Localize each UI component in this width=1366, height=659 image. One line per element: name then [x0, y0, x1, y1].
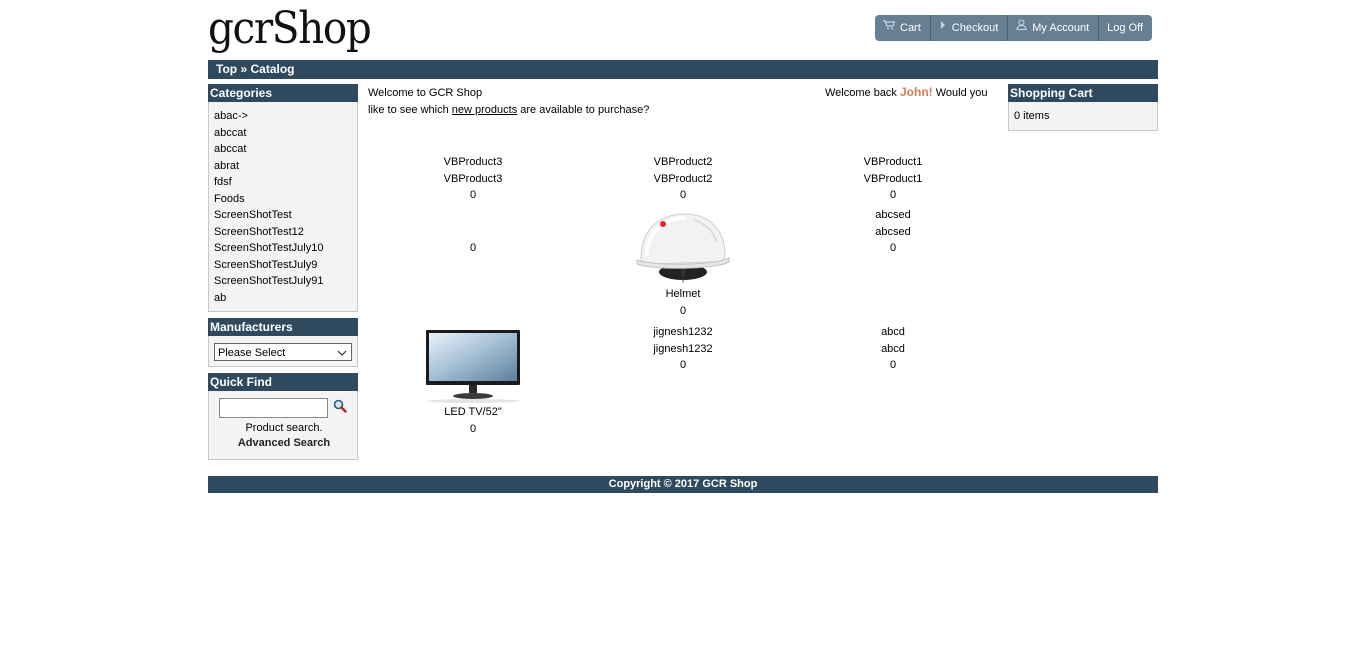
manufacturers-selected-value: Please Select: [218, 347, 286, 359]
welcome-line2-pre: like to see which: [368, 104, 449, 116]
cart-nav-button[interactable]: Cart: [875, 15, 931, 41]
log-off-nav-label: Log Off: [1107, 22, 1144, 34]
product-price: 0: [679, 189, 687, 201]
welcome-line-2: like to see which new products are avail…: [368, 104, 649, 116]
footer-copyright: Copyright © 2017 GCR Shop: [208, 476, 1158, 493]
welcome-line2-post: are available to purchase?: [520, 104, 650, 116]
product-price: 0: [889, 189, 897, 201]
product-image-link[interactable]: abcsed: [788, 207, 998, 224]
breadcrumb-catalog-link[interactable]: Catalog: [250, 62, 294, 76]
left-column: Categories abac-> abccat abccat abrat fd…: [208, 84, 358, 460]
category-link[interactable]: abccat: [214, 125, 352, 142]
product-card: VBProduct1 VBProduct1 0: [788, 154, 998, 204]
categories-list: abac-> abccat abccat abrat fdsf Foods Sc…: [208, 102, 358, 312]
my-account-nav-label: My Account: [1032, 22, 1090, 34]
my-account-nav-button[interactable]: My Account: [1008, 15, 1100, 41]
product-card: Helmet 0: [578, 210, 788, 319]
log-off-nav-button[interactable]: Log Off: [1099, 15, 1153, 41]
product-price: 0: [889, 359, 897, 371]
product-name-link[interactable]: VBProduct2: [578, 171, 788, 188]
category-link[interactable]: ScreenShotTestJuly9: [214, 257, 352, 274]
product-card: abcd abcd 0: [788, 324, 998, 374]
manufacturers-body: Please Select: [208, 336, 358, 367]
customer-name: John!: [900, 85, 933, 99]
welcome-back-prefix: Welcome back: [825, 87, 897, 99]
product-image-link[interactable]: jignesh1232: [578, 324, 788, 341]
product-card: VBProduct3 VBProduct3 0: [368, 154, 578, 204]
advanced-search-link[interactable]: Advanced Search: [209, 437, 359, 449]
shopping-cart-heading[interactable]: Shopping Cart: [1008, 84, 1158, 102]
product-name-link[interactable]: Helmet: [578, 286, 788, 303]
product-name-link[interactable]: abcsed: [788, 224, 998, 241]
category-link[interactable]: abac->: [214, 108, 352, 125]
breadcrumb-top-link[interactable]: Top: [208, 62, 237, 76]
breadcrumb-separator: »: [240, 62, 248, 76]
manufacturers-heading: Manufacturers: [208, 318, 358, 336]
product-price: 0: [469, 422, 477, 435]
product-price: 0: [469, 242, 477, 254]
product-price: 0: [679, 304, 687, 317]
product-name-link[interactable]: VBProduct3: [368, 171, 578, 188]
cart-icon: [883, 15, 896, 41]
header-nav: Cart Checkout My Account Log Off: [875, 15, 1153, 41]
categories-box: Categories abac-> abccat abccat abrat fd…: [208, 84, 358, 312]
category-link[interactable]: ScreenShotTest: [214, 207, 352, 224]
category-link[interactable]: Foods: [214, 191, 352, 208]
quick-find-search-input[interactable]: [219, 398, 328, 418]
category-link[interactable]: abrat: [214, 158, 352, 175]
product-card: abcsed abcsed 0: [788, 207, 998, 257]
product-price: 0: [469, 189, 477, 201]
quick-find-caption: Product search.: [245, 422, 323, 434]
search-icon[interactable]: [333, 399, 347, 413]
category-link[interactable]: ScreenShotTestJuly91: [214, 273, 352, 290]
product-name-link[interactable]: VBProduct1: [788, 171, 998, 188]
product-card: jignesh1232 jignesh1232 0: [578, 324, 788, 374]
category-link[interactable]: ScreenShotTest12: [214, 224, 352, 241]
cart-nav-label: Cart: [900, 22, 921, 34]
product-image-link[interactable]: VBProduct1: [788, 154, 998, 171]
product-card: 0: [368, 240, 578, 257]
product-image-link[interactable]: abcd: [788, 324, 998, 341]
manufacturers-box: Manufacturers Please Select: [208, 318, 358, 367]
product-price: 0: [889, 242, 897, 254]
category-link[interactable]: ab: [214, 290, 352, 307]
user-icon: [1016, 15, 1027, 41]
product-image-link[interactable]: VBProduct3: [368, 154, 578, 171]
helmet-product-image[interactable]: [578, 210, 788, 286]
right-column: Shopping Cart 0 items: [1008, 84, 1158, 131]
product-price: 0: [679, 359, 687, 371]
quick-find-heading: Quick Find: [208, 373, 358, 391]
welcome-back-text: Welcome back John! Would you: [825, 85, 988, 99]
category-link[interactable]: fdsf: [214, 174, 352, 191]
new-products-link[interactable]: new products: [452, 104, 517, 116]
checkout-nav-label: Checkout: [951, 22, 999, 34]
welcome-back-suffix: Would you: [935, 87, 988, 99]
page-title: Welcome to GCR Shop: [368, 87, 483, 99]
shopping-cart-contents: 0 items: [1008, 102, 1158, 131]
category-link[interactable]: ScreenShotTestJuly10: [214, 240, 352, 257]
product-name-link[interactable]: LED TV/52": [368, 404, 578, 421]
product-image-link[interactable]: VBProduct2: [578, 154, 788, 171]
quick-find-body: Product search. Advanced Search: [208, 391, 358, 460]
led-tv-product-image[interactable]: [368, 329, 578, 404]
chevron-down-icon: [337, 344, 347, 369]
product-card: LED TV/52" 0: [368, 329, 578, 437]
product-name-link[interactable]: abcd: [788, 341, 998, 358]
product-card: VBProduct2 VBProduct2 0: [578, 154, 788, 204]
triangle-right-icon: [939, 15, 947, 41]
quick-find-box: Quick Find Product search. Advanced Sear…: [208, 373, 358, 460]
category-link[interactable]: abccat: [214, 141, 352, 158]
store-logo[interactable]: gcrShop: [208, 4, 372, 54]
checkout-nav-button[interactable]: Checkout: [930, 15, 1009, 41]
categories-heading: Categories: [208, 84, 358, 102]
manufacturers-select[interactable]: Please Select: [214, 343, 352, 361]
breadcrumb: Top » Catalog: [208, 60, 1158, 79]
product-name-link[interactable]: jignesh1232: [578, 341, 788, 358]
